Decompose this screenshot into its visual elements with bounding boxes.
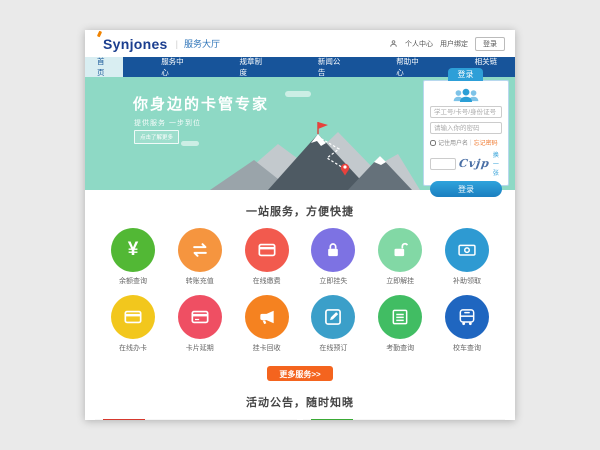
captcha-image: Cvjp [458,157,491,170]
service-item-cancel-loss[interactable]: 立即解挂 [369,228,431,286]
service-item-pay[interactable]: 在线缴费 [236,228,298,286]
card-icon [178,295,222,339]
service-item-transfer[interactable]: 转账充值 [169,228,231,286]
header-login-button[interactable]: 登录 [475,37,505,51]
logo-separator: | [176,39,178,49]
logo-accent [97,31,102,38]
login-tab[interactable]: 登录 [448,68,483,81]
tab-usage-guide[interactable]: 使用指南 [311,419,353,421]
site-page: Synjones | 服务大厅 个人中心 用户绑定 登录 首页 服务中心 规章制… [85,30,515,420]
login-submit-button[interactable]: 登录 [430,181,502,197]
yen-icon: ¥ [111,228,155,272]
options-separator: | [470,140,472,146]
header-links: 个人中心 用户绑定 登录 [389,37,505,51]
hero-subtitle: 提供服务 一步到位 [134,118,201,128]
service-item-balance[interactable]: ¥ 余额查询 [102,228,164,286]
remember-checkbox[interactable] [430,140,436,146]
service-item-card-recycle[interactable]: 挂卡回收 [236,295,298,353]
panel-right-tabbar: 使用指南 更多>> [303,419,505,420]
services-title: 一站服务，方便快捷 [85,203,515,219]
nav-item-help[interactable]: 帮助中心 [384,57,436,77]
service-item-apply-card[interactable]: 在线办卡 [102,295,164,353]
login-options: 记住用户名 | 忘记密码 [430,138,502,147]
logo: Synjones | 服务大厅 [103,36,220,52]
nav-item-home[interactable]: 首页 [85,57,123,77]
announcement-panel-left: 使用指南 最新公告 更多>> [95,419,297,420]
remember-label: 记住用户名 [438,138,468,147]
users-icon [451,85,481,103]
personal-center-link[interactable]: 个人中心 [405,39,433,49]
captcha-row: Cvjp 换一张 [430,150,502,177]
services-row-2: 在线办卡 卡片延期 挂卡回收 在线预订 考勤查询 [85,295,515,353]
cloud-decoration [181,141,199,146]
site-name: 服务大厅 [184,37,220,50]
header: Synjones | 服务大厅 个人中心 用户绑定 登录 [85,30,515,57]
login-panel: 记住用户名 | 忘记密码 Cvjp 换一张 登录 [423,80,509,186]
banknote-icon [445,228,489,272]
mountains-illustration [210,112,420,190]
username-input[interactable] [430,106,502,118]
person-icon [389,39,398,48]
cloud-decoration [285,91,311,97]
services-row-1: ¥ 余额查询 转账充值 在线缴费 立即挂失 立即解挂 [85,228,515,286]
service-item-online-booking[interactable]: 在线预订 [302,295,364,353]
nav-item-rules[interactable]: 规章制度 [228,57,280,77]
list-icon [378,295,422,339]
hero-title: 你身边的卡管专家 [133,93,269,114]
card-icon [111,295,155,339]
captcha-input[interactable] [430,158,456,170]
nav-item-news[interactable]: 新闻公告 [306,57,358,77]
announcements-title: 活动公告，随时知晓 [85,394,515,410]
bus-icon [445,295,489,339]
edit-icon [311,295,355,339]
announcement-panels: 使用指南 最新公告 更多>> 使用指南 更多>> [85,419,515,420]
user-binding-link[interactable]: 用户绑定 [440,39,468,49]
service-item-subsidy[interactable]: 补助领取 [436,228,498,286]
panel-left-tabbar: 使用指南 最新公告 更多>> [95,419,297,420]
transfer-icon [178,228,222,272]
tab-usage-guide[interactable]: 使用指南 [103,419,145,421]
service-item-attendance[interactable]: 考勤查询 [369,295,431,353]
service-item-school-bus[interactable]: 校车查询 [436,295,498,353]
card-icon [245,228,289,272]
megaphone-icon [245,295,289,339]
more-services-button[interactable]: 更多服务>> [267,366,333,381]
lock-icon [311,228,355,272]
announcement-panel-right: 使用指南 更多>> [303,419,505,420]
hero-cta-button[interactable]: 点击了解更多 [134,130,179,144]
service-item-card-extension[interactable]: 卡片延期 [169,295,231,353]
captcha-refresh-link[interactable]: 换一张 [493,150,502,177]
unlock-icon [378,228,422,272]
forgot-password-link[interactable]: 忘记密码 [474,138,498,147]
password-input[interactable] [430,122,502,134]
service-item-report-loss[interactable]: 立即挂失 [302,228,364,286]
nav-item-service-center[interactable]: 服务中心 [149,57,201,77]
logo-text: Synjones [103,36,168,52]
